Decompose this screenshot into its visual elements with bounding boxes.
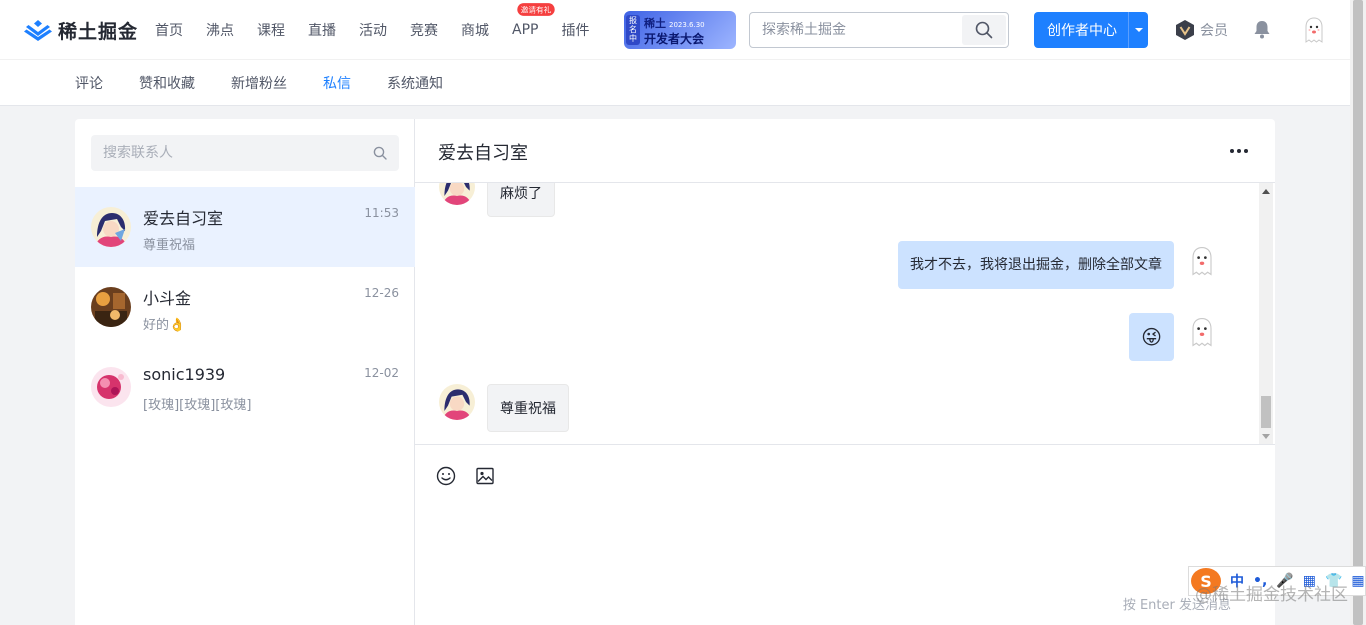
my-avatar [1184, 314, 1220, 350]
search-input[interactable] [750, 13, 962, 47]
contact-search [91, 135, 399, 171]
message-bubble-outgoing: 😜 [1129, 313, 1174, 361]
dev-conference-banner[interactable]: 报名中 稀土 2023.6.30 开发者大会 [624, 11, 736, 49]
flower-avatar-icon [91, 367, 131, 407]
user-avatar[interactable] [1298, 14, 1330, 46]
contacts-panel: 爱去自习室 11:53 尊重祝福 小斗金 12-26 好的👌 sonic1939… [75, 119, 415, 625]
contact-name: 爱去自习室 [143, 209, 224, 228]
chat-title: 爱去自习室 [438, 143, 528, 164]
search-button[interactable] [962, 15, 1006, 45]
nav-item-events[interactable]: 活动 [359, 20, 387, 40]
toolbox-icon[interactable]: ▦ [1351, 573, 1364, 589]
nav-item-home[interactable]: 首页 [155, 20, 183, 40]
notification-tabs: 评论 赞和收藏 新增粉丝 私信 系统通知 [0, 60, 1350, 106]
juejin-logo[interactable]: 稀土掘金 [24, 18, 139, 43]
nav-item-shop[interactable]: 商城 [461, 20, 489, 40]
brand-name: 稀土掘金 [58, 20, 139, 43]
tab-comments[interactable]: 评论 [75, 73, 103, 93]
scroll-down-arrow[interactable] [1262, 434, 1270, 439]
message-composer: 按 Enter 发送消息 [415, 445, 1275, 625]
top-header: 稀土掘金 首页 沸点 课程 直播 活动 竞赛 商城 邀请有礼 APP 插件 报名… [0, 0, 1350, 60]
contact-name: sonic1939 [143, 365, 226, 384]
promo-tag: 报名中 [626, 15, 640, 45]
sender-avatar [439, 384, 475, 420]
message-scrollbar[interactable] [1259, 183, 1273, 444]
creator-center-label: 创作者中心 [1047, 23, 1117, 39]
nav-item-pins[interactable]: 沸点 [206, 20, 234, 40]
emoji-button[interactable] [435, 465, 457, 487]
juejin-logo-icon [24, 20, 52, 41]
search-icon [373, 146, 387, 160]
message-list[interactable]: 麻烦了 我才不去，我将退出掘金，删除全部文章 😜 尊重祝福 [415, 183, 1275, 445]
more-dot [1230, 149, 1234, 153]
sender-avatar [439, 183, 475, 205]
invite-badge: 邀请有礼 [517, 3, 555, 16]
creator-dropdown-toggle[interactable] [1129, 27, 1148, 33]
emoji-icon [436, 466, 456, 486]
contact-preview: 尊重祝福 [143, 238, 196, 253]
creator-center-button[interactable]: 创作者中心 [1034, 12, 1148, 48]
contact-preview: [玫瑰][玫瑰][玫瑰] [143, 398, 252, 413]
page-scroll-thumb[interactable] [1353, 0, 1363, 625]
scroll-thumb[interactable] [1261, 396, 1271, 428]
page-scrollbar[interactable] [1350, 0, 1366, 625]
tab-system-notices[interactable]: 系统通知 [387, 73, 443, 93]
message-bubble-incoming: 尊重祝福 [487, 384, 569, 432]
my-avatar [1184, 243, 1220, 279]
nav-item-courses[interactable]: 课程 [257, 20, 285, 40]
main-nav: 首页 沸点 课程 直播 活动 竞赛 商城 邀请有礼 APP 插件 [155, 0, 612, 60]
scroll-up-arrow[interactable] [1262, 189, 1270, 194]
message-bubble-outgoing: 我才不去，我将退出掘金，删除全部文章 [898, 241, 1174, 289]
anime-avatar-icon [91, 207, 131, 247]
nav-item-plugins[interactable]: 插件 [561, 20, 589, 40]
image-icon [476, 467, 494, 485]
contact-avatar [91, 207, 131, 247]
contact-time: 11:53 [364, 206, 399, 220]
tab-likes-favorites[interactable]: 赞和收藏 [139, 73, 195, 93]
promo-line2: 开发者大会 [644, 32, 705, 46]
contact-item[interactable]: 爱去自习室 11:53 尊重祝福 [75, 187, 415, 267]
vip-icon [1176, 20, 1194, 40]
bell-icon [1254, 21, 1270, 39]
nav-item-app[interactable]: 邀请有礼 APP [512, 3, 555, 38]
contact-item[interactable]: 小斗金 12-26 好的👌 [75, 267, 415, 347]
message-input[interactable] [435, 501, 1255, 591]
nav-item-contests[interactable]: 竞赛 [410, 20, 438, 40]
promo-date: 2023.6.30 [669, 21, 705, 29]
contact-preview: 好的👌 [143, 318, 186, 333]
caret-down-icon [1134, 28, 1143, 32]
contact-item[interactable]: sonic1939 12-02 [玫瑰][玫瑰][玫瑰] [75, 347, 415, 427]
contact-time: 12-26 [364, 286, 399, 300]
search-icon [975, 21, 993, 39]
site-search [749, 12, 1009, 48]
ghost-avatar-icon [1305, 17, 1323, 43]
more-dot [1237, 149, 1241, 153]
notifications-button[interactable] [1252, 19, 1272, 43]
more-options-button[interactable] [1227, 139, 1251, 163]
message-bubble-incoming: 麻烦了 [487, 183, 555, 217]
contact-avatar [91, 367, 131, 407]
promo-line1: 稀土 2023.6.30 [644, 17, 705, 30]
tab-new-followers[interactable]: 新增粉丝 [231, 73, 287, 93]
vip-entry[interactable]: 会员 [1174, 19, 1228, 41]
contact-search-input[interactable] [91, 135, 361, 171]
chat-header: 爱去自习室 [415, 119, 1275, 183]
nav-item-live[interactable]: 直播 [308, 20, 336, 40]
image-upload-button[interactable] [474, 465, 496, 487]
more-dot [1244, 149, 1248, 153]
chat-panel: 爱去自习室 麻烦了 我才不去，我将退出掘金，删除全部文章 😜 尊重祝福 按 En… [415, 119, 1275, 625]
contact-avatar [91, 287, 131, 327]
vip-label: 会员 [1200, 23, 1228, 39]
contact-time: 12-02 [364, 366, 399, 380]
watermark: @稀土掘金技术社区 [1195, 585, 1348, 605]
photo-avatar-icon [91, 287, 131, 327]
contact-name: 小斗金 [143, 289, 192, 308]
nav-app-label: APP [512, 22, 539, 38]
tab-private-messages[interactable]: 私信 [323, 73, 351, 93]
